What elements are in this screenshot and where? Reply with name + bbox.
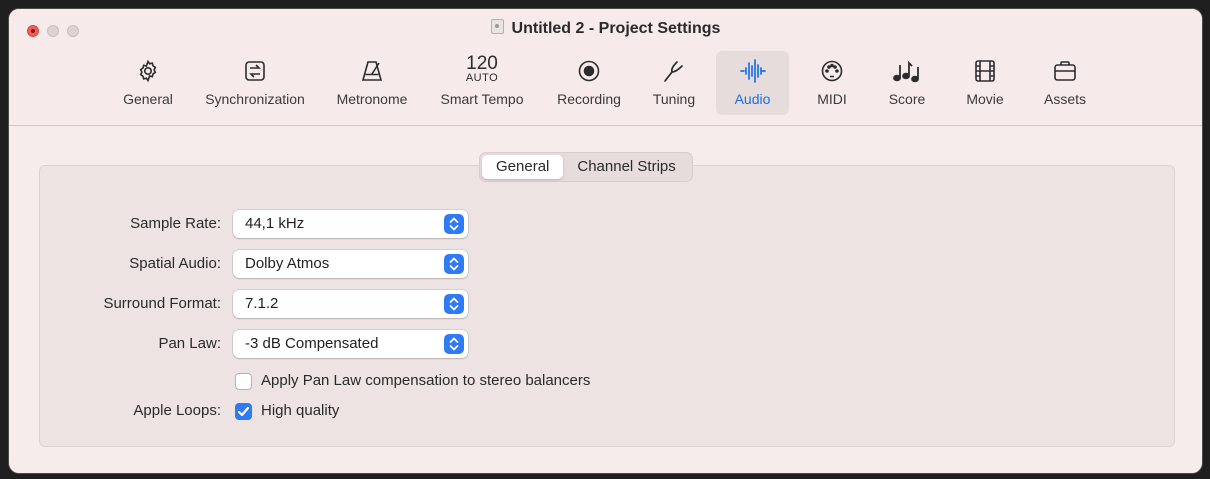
toolbar-assets[interactable]: Assets	[1029, 51, 1101, 115]
toolbar-recording-label: Recording	[557, 91, 621, 107]
toolbar-audio[interactable]: Audio	[716, 51, 789, 115]
record-icon	[547, 57, 631, 85]
screen-background: Untitled 2 - Project Settings General Sy…	[0, 0, 1210, 479]
pan-law-popup[interactable]: -3 dB Compensated	[233, 330, 468, 358]
window-title-area: Untitled 2 - Project Settings	[9, 19, 1202, 38]
toolbar-score-label: Score	[888, 91, 926, 107]
sample-rate-value: 44,1 kHz	[245, 215, 305, 232]
briefcase-icon	[1029, 57, 1101, 85]
window-title: Untitled 2 - Project Settings	[511, 20, 721, 37]
chevron-up-down-icon	[444, 214, 464, 234]
audio-tab-selector: General Channel Strips	[479, 152, 693, 182]
toolbar-synchronization-label: Synchronization	[205, 91, 305, 107]
toolbar-assets-label: Assets	[1043, 91, 1086, 107]
project-settings-window: Untitled 2 - Project Settings General Sy…	[8, 8, 1203, 474]
metronome-icon	[327, 57, 417, 85]
pan-law-label: Pan Law:	[158, 335, 221, 352]
sample-rate-label: Sample Rate:	[130, 215, 221, 232]
toolbar-audio-label: Audio	[734, 91, 771, 107]
apple-loops-high-quality-label[interactable]: High quality	[261, 402, 339, 419]
pan-law-row: Pan Law: -3 dB Compensated	[9, 330, 709, 360]
gear-icon	[116, 57, 180, 85]
midi-icon	[801, 57, 863, 85]
pan-law-compensation-label[interactable]: Apply Pan Law compensation to stereo bal…	[261, 372, 590, 389]
toolbar-synchronization[interactable]: Synchronization	[192, 51, 318, 115]
document-icon	[490, 19, 504, 34]
tempo-number: 120	[466, 52, 498, 74]
toolbar-smart-tempo[interactable]: 120 AUTO Smart Tempo	[429, 51, 535, 115]
sync-icon	[192, 57, 318, 85]
apple-loops-label: Apple Loops:	[133, 402, 221, 419]
sample-rate-popup[interactable]: 44,1 kHz	[233, 210, 468, 238]
spatial-audio-label: Spatial Audio:	[129, 255, 221, 272]
tab-channel-strips[interactable]: Channel Strips	[563, 155, 689, 179]
toolbar-midi[interactable]: MIDI	[801, 51, 863, 115]
title-bar: Untitled 2 - Project Settings General Sy…	[9, 9, 1202, 126]
surround-format-value: 7.1.2	[245, 295, 279, 312]
toolbar-metronome-label: Metronome	[336, 91, 408, 107]
surround-format-label: Surround Format:	[103, 295, 221, 312]
toolbar-midi-label: MIDI	[817, 91, 847, 107]
film-icon	[951, 57, 1019, 85]
spatial-audio-value: Dolby Atmos	[245, 255, 330, 272]
notes-icon	[873, 57, 941, 85]
toolbar-smart-tempo-label: Smart Tempo	[440, 91, 524, 107]
tab-general[interactable]: General	[482, 155, 564, 179]
spatial-audio-popup[interactable]: Dolby Atmos	[233, 250, 468, 278]
surround-format-popup[interactable]: 7.1.2	[233, 290, 468, 318]
toolbar-tuning[interactable]: Tuning	[641, 51, 707, 115]
tuning-fork-icon	[641, 57, 707, 85]
toolbar-general[interactable]: General	[116, 51, 180, 115]
spatial-audio-row: Spatial Audio: Dolby Atmos	[9, 250, 709, 280]
toolbar-score[interactable]: Score	[873, 51, 941, 115]
tempo-icon: 120 AUTO	[429, 52, 535, 84]
pan-law-value: -3 dB Compensated	[245, 335, 379, 352]
chevron-up-down-icon	[444, 254, 464, 274]
sample-rate-row: Sample Rate: 44,1 kHz	[9, 210, 709, 240]
apple-loops-high-quality-checkbox[interactable]	[235, 403, 252, 420]
toolbar-tuning-label: Tuning	[652, 91, 696, 107]
toolbar-movie[interactable]: Movie	[951, 51, 1019, 115]
toolbar-general-label: General	[123, 91, 173, 107]
surround-format-row: Surround Format: 7.1.2	[9, 290, 709, 320]
chevron-up-down-icon	[444, 334, 464, 354]
pan-law-compensation-checkbox[interactable]	[235, 373, 252, 390]
toolbar-movie-label: Movie	[966, 91, 1004, 107]
checkmark-icon	[237, 406, 250, 417]
tempo-auto-text: AUTO	[465, 71, 499, 84]
settings-toolbar: General Synchronization Metronome 120 AU…	[9, 51, 1202, 119]
chevron-up-down-icon	[444, 294, 464, 314]
toolbar-metronome[interactable]: Metronome	[327, 51, 417, 115]
toolbar-recording[interactable]: Recording	[547, 51, 631, 115]
waveform-icon	[716, 57, 789, 85]
